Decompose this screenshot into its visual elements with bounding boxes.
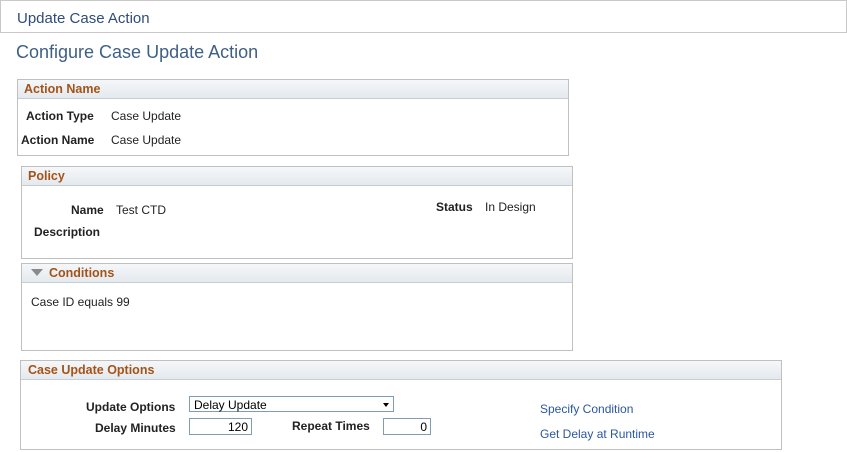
get-delay-at-runtime-link[interactable]: Get Delay at Runtime	[540, 427, 655, 441]
repeat-times-label: Repeat Times	[292, 419, 370, 433]
policy-status-label: Status	[436, 200, 473, 214]
case-update-options-header: Case Update Options	[21, 361, 781, 380]
conditions-header[interactable]: Conditions	[22, 264, 572, 283]
update-options-selected: Delay Update	[194, 398, 267, 412]
action-name-label: Action Name	[21, 133, 95, 147]
delay-minutes-input[interactable]	[189, 418, 252, 435]
action-name-header: Action Name	[18, 80, 568, 99]
dropdown-arrow-icon[interactable]	[383, 403, 389, 407]
collapse-triangle-icon[interactable]	[31, 269, 43, 277]
specify-condition-link[interactable]: Specify Condition	[540, 402, 633, 416]
page-title: Configure Case Update Action	[16, 42, 259, 62]
policy-status-value: In Design	[485, 200, 536, 214]
case-update-options-section: Case Update Options Update Options Delay…	[20, 360, 782, 450]
action-type-label: Action Type	[26, 109, 94, 123]
policy-section: Policy Name Test CTD Status In Design De…	[21, 166, 573, 259]
delay-minutes-label: Delay Minutes	[95, 421, 176, 435]
conditions-section: Conditions Case ID equals 99	[21, 263, 573, 351]
action-name-value: Case Update	[111, 133, 182, 147]
action-type-value: Case Update	[111, 109, 182, 123]
window-title: Update Case Action	[17, 10, 150, 27]
policy-description-label: Description	[34, 225, 101, 239]
conditions-text: Case ID equals 99	[31, 295, 130, 309]
update-options-label: Update Options	[86, 400, 176, 414]
conditions-header-label: Conditions	[49, 266, 115, 280]
repeat-times-input[interactable]	[383, 418, 431, 435]
policy-name-label: Name	[71, 203, 104, 217]
policy-header: Policy	[22, 167, 572, 186]
update-options-select[interactable]: Delay Update	[189, 396, 394, 412]
action-name-section: Action Name Action Type Case Update Acti…	[17, 79, 569, 156]
policy-name-value: Test CTD	[116, 203, 167, 217]
window-titlebar: Update Case Action	[0, 0, 847, 33]
